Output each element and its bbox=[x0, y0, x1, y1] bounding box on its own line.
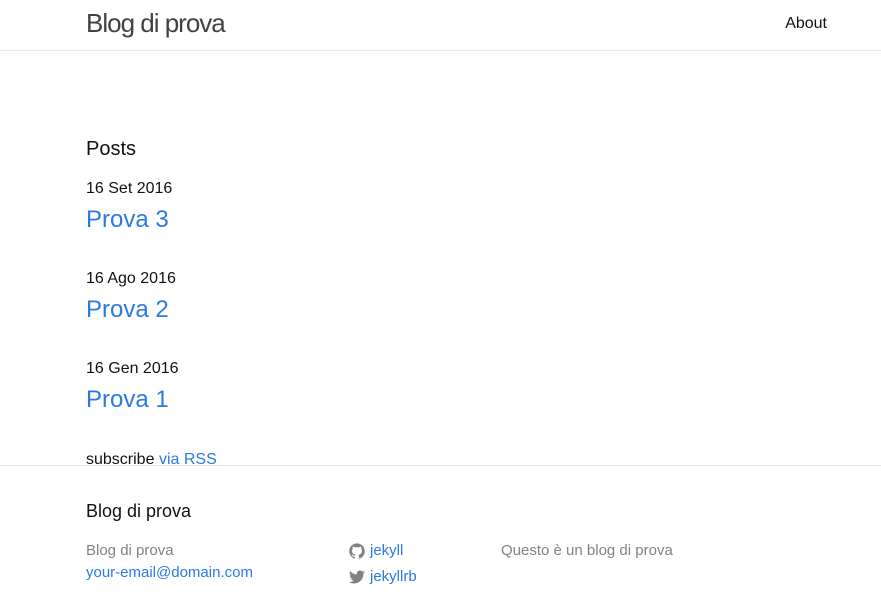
footer-heading: Blog di prova bbox=[86, 501, 192, 521]
post-date: 16 Set 2016 bbox=[86, 180, 173, 197]
footer-site-name: Blog di prova bbox=[86, 542, 174, 559]
github-icon bbox=[349, 543, 365, 559]
site-footer: Blog di prova Blog di prova your-email@d… bbox=[0, 466, 881, 614]
post-item: 16 Gen 2016 Prova 1 bbox=[86, 359, 179, 415]
post-title-link[interactable]: Prova 1 bbox=[86, 385, 179, 415]
footer-description-column: Questo è un blog di prova bbox=[501, 540, 673, 562]
post-title-link[interactable]: Prova 2 bbox=[86, 295, 176, 325]
post-date: 16 Ago 2016 bbox=[86, 270, 176, 287]
post-item: 16 Set 2016 Prova 3 bbox=[86, 179, 172, 235]
post-title-link[interactable]: Prova 3 bbox=[86, 205, 172, 235]
github-link-label: jekyll bbox=[370, 542, 404, 559]
site-header: Blog di prova About bbox=[0, 0, 881, 51]
nav-link-about[interactable]: About bbox=[785, 14, 827, 34]
github-link[interactable]: jekyll bbox=[349, 540, 403, 562]
page-heading: Posts bbox=[86, 138, 137, 160]
twitter-link-label: jekyllrb bbox=[370, 568, 417, 585]
site-title-link[interactable]: Blog di prova bbox=[86, 7, 226, 39]
page-content: Posts 16 Set 2016 Prova 3 16 Ago 2016 Pr… bbox=[0, 51, 881, 468]
post-date: 16 Gen 2016 bbox=[86, 360, 179, 377]
twitter-link[interactable]: jekyllrb bbox=[349, 566, 417, 588]
post-item: 16 Ago 2016 Prova 2 bbox=[86, 269, 176, 325]
footer-email-link[interactable]: your-email@domain.com bbox=[86, 562, 253, 584]
twitter-icon bbox=[349, 569, 365, 585]
footer-description: Questo è un blog di prova bbox=[501, 542, 673, 559]
footer-contact-column: Blog di prova your-email@domain.com bbox=[86, 540, 253, 584]
footer-social-column: jekyll jekyllrb bbox=[349, 540, 417, 592]
